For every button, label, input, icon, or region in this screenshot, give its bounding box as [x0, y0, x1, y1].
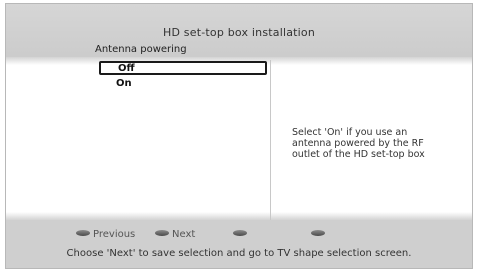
blue-key-icon	[311, 230, 325, 236]
option-off[interactable]: Off	[99, 61, 267, 75]
red-key-icon	[76, 230, 90, 236]
green-key-icon	[155, 230, 169, 236]
help-text: Select 'On' if you use an antenna powere…	[292, 127, 425, 160]
yellow-key-button[interactable]	[233, 229, 250, 241]
footer-hint: Choose 'Next' to save selection and go t…	[66, 248, 412, 259]
page-title: HD set-top box installation	[162, 26, 316, 39]
section-subtitle: Antenna powering	[95, 44, 187, 55]
next-button[interactable]: Next	[155, 229, 195, 241]
installation-screen: HD set-top box installation Antenna powe…	[0, 0, 478, 273]
yellow-key-icon	[233, 230, 247, 236]
blue-key-button[interactable]	[311, 229, 328, 241]
next-label: Next	[172, 229, 196, 240]
color-key-bar: Previous Next	[0, 229, 478, 241]
previous-button[interactable]: Previous	[76, 229, 135, 241]
previous-label: Previous	[93, 229, 136, 240]
panel-divider	[270, 60, 271, 220]
option-on[interactable]: On	[99, 78, 267, 92]
